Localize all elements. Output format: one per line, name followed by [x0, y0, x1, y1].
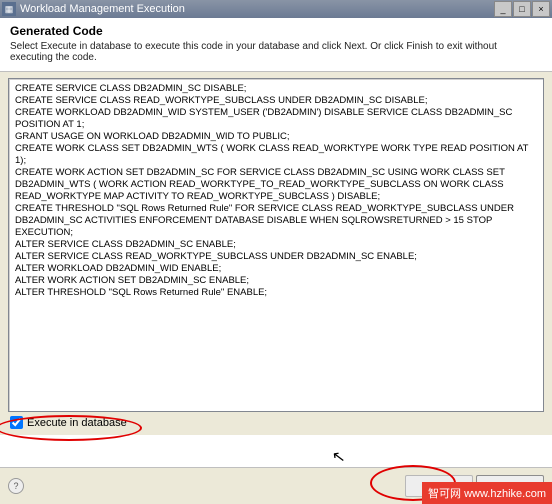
code-line: ALTER SERVICE CLASS DB2ADMIN_SC ENABLE;: [15, 239, 537, 251]
generated-code-textarea[interactable]: CREATE SERVICE CLASS DB2ADMIN_SC DISABLE…: [8, 78, 544, 412]
execute-in-database-checkbox[interactable]: [10, 416, 23, 429]
code-line: ALTER WORK ACTION SET DB2ADMIN_SC ENABLE…: [15, 275, 537, 287]
help-icon[interactable]: ?: [8, 478, 24, 494]
page-title: Generated Code: [10, 24, 542, 38]
mouse-cursor-icon: ↖: [331, 446, 347, 468]
minimize-button[interactable]: _: [494, 1, 512, 17]
code-line: CREATE WORK CLASS SET DB2ADMIN_WTS ( WOR…: [15, 143, 537, 167]
code-line: GRANT USAGE ON WORKLOAD DB2ADMIN_WID TO …: [15, 131, 537, 143]
window-controls: _ □ ×: [493, 1, 550, 17]
code-line: ALTER THRESHOLD "SQL Rows Returned Rule"…: [15, 287, 537, 299]
watermark-label: 智可网 www.hzhike.com: [422, 482, 552, 504]
code-line: CREATE SERVICE CLASS DB2ADMIN_SC DISABLE…: [15, 83, 537, 95]
code-line: CREATE WORK ACTION SET DB2ADMIN_SC FOR S…: [15, 167, 537, 203]
close-button[interactable]: ×: [532, 1, 550, 17]
code-line: CREATE SERVICE CLASS READ_WORKTYPE_SUBCL…: [15, 95, 537, 107]
window-titlebar: ▦ Workload Management Execution _ □ ×: [0, 0, 552, 18]
page-subtext: Select Execute in database to execute th…: [10, 41, 542, 63]
window-title: Workload Management Execution: [20, 3, 493, 15]
code-line: ALTER WORKLOAD DB2ADMIN_WID ENABLE;: [15, 263, 537, 275]
maximize-button[interactable]: □: [513, 1, 531, 17]
wizard-header: Generated Code Select Execute in databas…: [0, 18, 552, 72]
code-line: CREATE WORKLOAD DB2ADMIN_WID SYSTEM_USER…: [15, 107, 537, 131]
wizard-body: CREATE SERVICE CLASS DB2ADMIN_SC DISABLE…: [0, 72, 552, 435]
code-line: CREATE THRESHOLD "SQL Rows Returned Rule…: [15, 203, 537, 239]
app-icon: ▦: [2, 2, 16, 16]
execute-in-database-label[interactable]: Execute in database: [27, 417, 127, 429]
execute-row: Execute in database: [8, 412, 544, 435]
code-line: ALTER SERVICE CLASS READ_WORKTYPE_SUBCLA…: [15, 251, 537, 263]
